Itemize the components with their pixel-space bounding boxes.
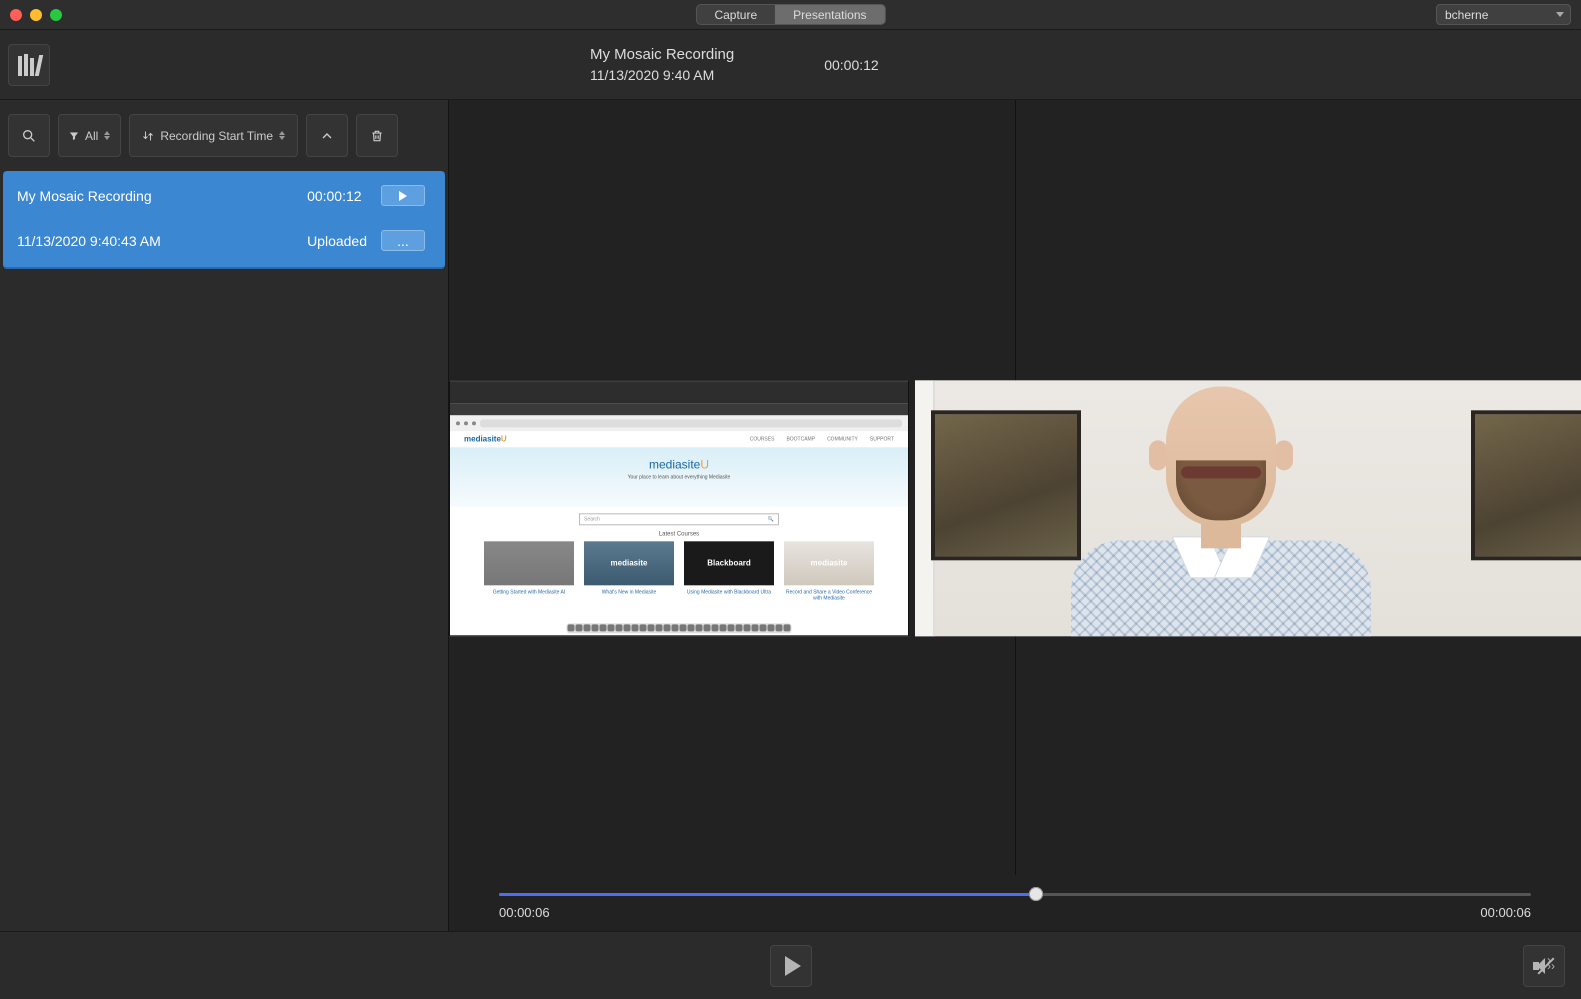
library-button[interactable] (8, 44, 50, 86)
content: mediasiteU COURSESBOOTCAMPCOMMUNITYSUPPO… (449, 100, 1581, 931)
play-icon (785, 956, 801, 976)
window-controls (10, 9, 62, 21)
minimize-window-button[interactable] (30, 9, 42, 21)
card-timestamp: 11/13/2020 9:40:43 AM (17, 233, 293, 249)
mode-presentations-button[interactable]: Presentations (775, 5, 884, 24)
close-window-button[interactable] (10, 9, 22, 21)
timeline-total-time: 00:00:06 (1480, 905, 1531, 920)
timeline-progress (499, 893, 1036, 896)
chevron-up-icon (319, 128, 335, 144)
mute-button[interactable]: ››› (1523, 945, 1565, 987)
sidebar: All Recording Start Time My Mosaic Recor… (0, 100, 449, 931)
search-button[interactable] (8, 114, 50, 157)
sort-label: Recording Start Time (160, 129, 273, 143)
timeline-thumb[interactable] (1029, 887, 1043, 901)
user-dropdown[interactable]: bcherne (1436, 4, 1571, 25)
filter-label: All (85, 129, 98, 143)
more-icon: ... (397, 233, 409, 249)
sidebar-toolbar: All Recording Start Time (0, 100, 448, 169)
delete-button[interactable] (356, 114, 398, 157)
timeline: 00:00:06 00:00:06 (449, 875, 1581, 931)
recording-title: My Mosaic Recording (590, 46, 734, 63)
card-name: My Mosaic Recording (17, 188, 293, 204)
sort-dropdown[interactable]: Recording Start Time (129, 114, 298, 157)
filter-icon (69, 131, 79, 141)
mode-capture-button[interactable]: Capture (696, 5, 775, 24)
sort-arrows-icon (104, 131, 110, 140)
sort-arrows-icon (279, 131, 285, 140)
play-button[interactable] (770, 945, 812, 987)
card-duration: 00:00:12 (307, 188, 367, 204)
camera-preview[interactable] (909, 380, 1581, 636)
timeline-current-time: 00:00:06 (499, 905, 550, 920)
header: My Mosaic Recording 11/13/2020 9:40 AM 0… (0, 30, 1581, 100)
preview-site-logo: mediasiteU (464, 434, 507, 443)
preview-site-nav: COURSESBOOTCAMPCOMMUNITYSUPPORT (750, 436, 894, 442)
footer: ››› (0, 931, 1581, 999)
speaker-muted-icon: ››› (1533, 957, 1555, 975)
library-icon (18, 54, 41, 76)
search-icon (21, 128, 37, 144)
recording-title-group: My Mosaic Recording 11/13/2020 9:40 AM (590, 46, 734, 83)
chevron-down-icon (1556, 12, 1564, 17)
recording-card[interactable]: My Mosaic Recording 00:00:12 11/13/2020 … (3, 171, 445, 269)
upload-button[interactable] (306, 114, 348, 157)
card-more-button[interactable]: ... (381, 230, 425, 251)
screen-preview[interactable]: mediasiteU COURSESBOOTCAMPCOMMUNITYSUPPO… (449, 380, 909, 636)
mode-toggle: Capture Presentations (695, 4, 885, 25)
play-icon (399, 191, 407, 201)
presenter-image (915, 380, 1581, 636)
main: All Recording Start Time My Mosaic Recor… (0, 100, 1581, 931)
recording-datetime: 11/13/2020 9:40 AM (590, 67, 734, 83)
sort-icon (142, 130, 154, 142)
filter-dropdown[interactable]: All (58, 114, 121, 157)
trash-icon (370, 128, 384, 144)
card-play-button[interactable] (381, 185, 425, 206)
titlebar: Capture Presentations bcherne (0, 0, 1581, 30)
card-status: Uploaded (307, 233, 367, 249)
recording-duration: 00:00:12 (824, 57, 879, 73)
user-name: bcherne (1445, 8, 1488, 22)
preview-row: mediasiteU COURSESBOOTCAMPCOMMUNITYSUPPO… (449, 380, 1581, 636)
maximize-window-button[interactable] (50, 9, 62, 21)
